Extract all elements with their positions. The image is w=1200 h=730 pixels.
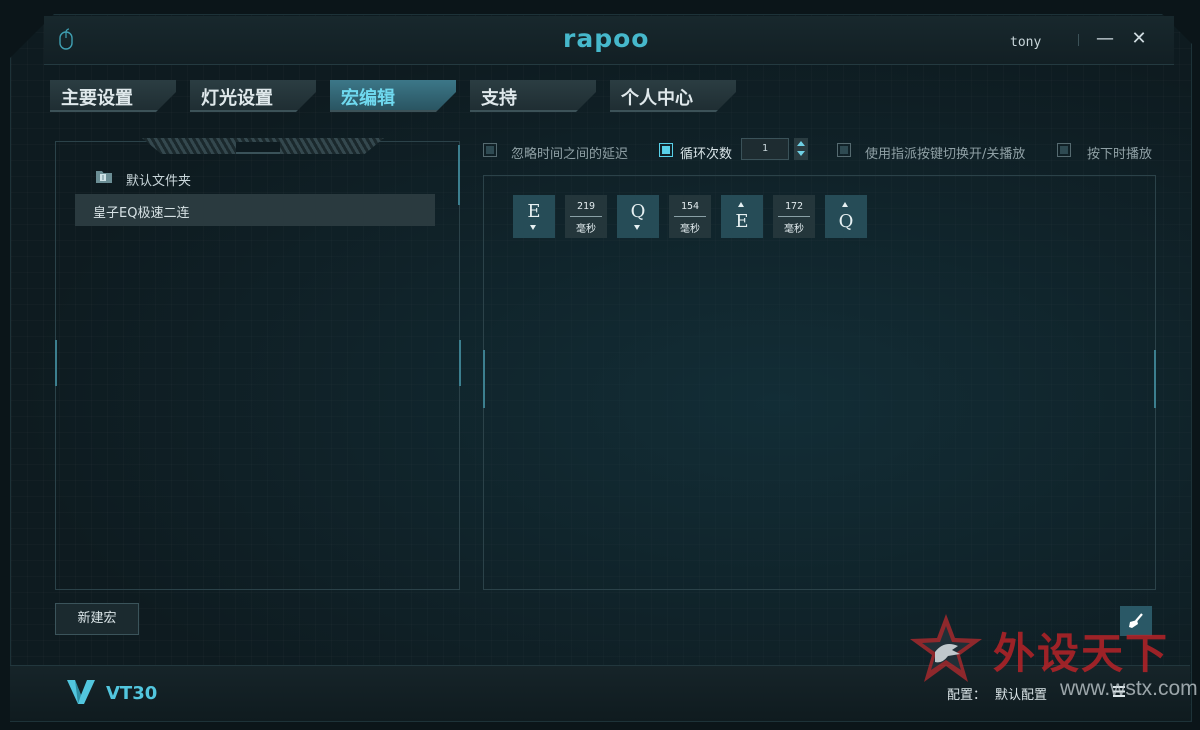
macro-delay-event[interactable]: 154 毫秒: [669, 195, 711, 238]
watermark-logo: [910, 614, 982, 682]
stepper-up-icon[interactable]: [797, 141, 805, 146]
macro-key-event[interactable]: E: [721, 195, 763, 238]
toggle-play-checkbox[interactable]: [837, 143, 851, 157]
watermark-url: www.wstx.com: [1060, 677, 1198, 700]
macro-delay-event[interactable]: 172 毫秒: [773, 195, 815, 238]
mouse-icon: [59, 28, 73, 50]
ignore-delay-checkbox[interactable]: [483, 143, 497, 157]
loop-count-label: 循环次数: [680, 147, 733, 162]
macro-key-event[interactable]: Q: [617, 195, 659, 238]
title-separator: [1078, 34, 1079, 46]
stepper-down-icon[interactable]: [797, 151, 805, 156]
macro-key-event[interactable]: E: [513, 195, 555, 238]
close-button[interactable]: ✕: [1128, 28, 1150, 50]
toggle-play-label: 使用指派按键切换开/关播放: [865, 147, 1026, 162]
macro-list-item[interactable]: 皇子EQ极速二连: [75, 194, 435, 226]
key-down-icon: [634, 225, 640, 230]
rapoo-logo: rapoo: [563, 24, 650, 53]
tab-macro-editor[interactable]: 宏编辑: [330, 80, 456, 112]
loop-count-checkbox[interactable]: [659, 143, 673, 157]
loop-count-input[interactable]: 1: [741, 138, 789, 160]
panel-decoration-center: [236, 142, 280, 154]
panel-edge-marker: [55, 340, 57, 386]
vt-logo-icon: [67, 680, 95, 704]
minimize-button[interactable]: —: [1094, 28, 1116, 50]
hold-play-label: 按下时播放: [1087, 147, 1153, 162]
key-down-icon: [530, 225, 536, 230]
panel-edge-marker: [459, 340, 461, 386]
hold-play-checkbox[interactable]: [1057, 143, 1071, 157]
tab-personal-center[interactable]: 个人中心: [610, 80, 736, 112]
key-up-icon: [842, 202, 848, 207]
macro-key-event[interactable]: Q: [825, 195, 867, 238]
tab-support[interactable]: 支持: [470, 80, 596, 112]
config-value[interactable]: 默认配置: [995, 684, 1047, 703]
editor-edge-marker: [1154, 350, 1156, 408]
loop-count-stepper[interactable]: [794, 138, 808, 160]
watermark-text: 外设天下: [993, 629, 1170, 678]
tab-lighting-settings[interactable]: 灯光设置: [190, 80, 316, 112]
device-model: VT30: [106, 683, 158, 704]
default-folder[interactable]: 默认文件夹: [126, 170, 191, 189]
macro-delay-event[interactable]: 219 毫秒: [565, 195, 607, 238]
config-label: 配置：: [947, 688, 987, 703]
new-macro-button[interactable]: 新建宏: [55, 603, 139, 635]
ignore-delay-label: 忽略时间之间的延迟: [511, 147, 629, 162]
editor-edge-marker: [483, 350, 485, 408]
key-up-icon: [738, 202, 744, 207]
username[interactable]: tony: [1010, 35, 1041, 50]
folder-icon: [96, 171, 112, 183]
list-scrollbar[interactable]: [458, 145, 460, 205]
tab-main-settings[interactable]: 主要设置: [50, 80, 176, 112]
